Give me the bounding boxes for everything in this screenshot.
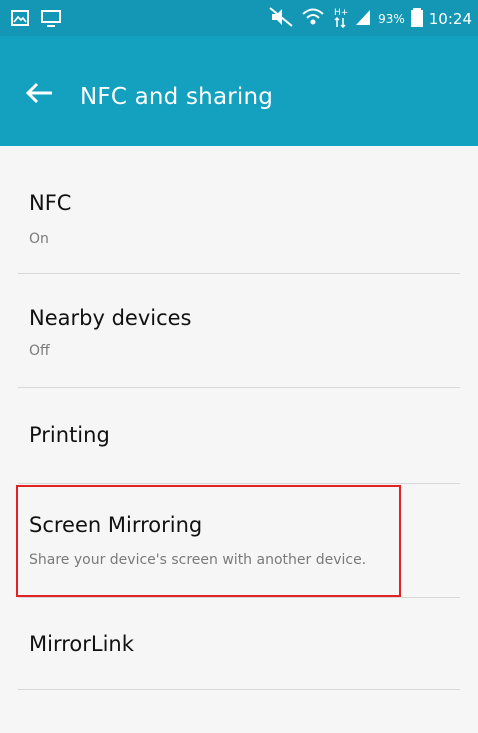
divider bbox=[18, 689, 460, 690]
list-item-nfc[interactable]: NFC On bbox=[0, 156, 478, 273]
status-bar: H+ 93% 10:24 bbox=[0, 0, 478, 36]
data-arrows-icon: H+ bbox=[332, 6, 348, 32]
list-item-subtitle: Off bbox=[29, 343, 50, 359]
list-item-mirrorlink[interactable]: MirrorLink bbox=[0, 598, 478, 689]
signal-icon bbox=[354, 7, 372, 31]
page-title: NFC and sharing bbox=[80, 84, 274, 110]
battery-percent: 93% bbox=[378, 12, 405, 26]
gallery-icon bbox=[10, 8, 30, 32]
list-item-title: Printing bbox=[29, 423, 110, 447]
mute-icon bbox=[268, 6, 294, 32]
list-item-title: MirrorLink bbox=[29, 632, 134, 656]
list-item-title: Nearby devices bbox=[29, 306, 192, 330]
app-bar: NFC and sharing bbox=[0, 36, 478, 146]
battery-icon bbox=[410, 6, 423, 32]
list-item-subtitle: Share your device's screen with another … bbox=[29, 552, 367, 568]
list-item-title: NFC bbox=[29, 191, 72, 215]
list-item-subtitle: On bbox=[29, 231, 49, 247]
list-item-screen-mirroring[interactable]: Screen Mirroring Share your device's scr… bbox=[0, 484, 478, 597]
back-button[interactable] bbox=[22, 78, 58, 108]
list-item-nearby-devices[interactable]: Nearby devices Off bbox=[0, 274, 478, 386]
list-item-printing[interactable]: Printing bbox=[0, 388, 478, 483]
cast-icon bbox=[40, 8, 62, 32]
back-arrow-icon bbox=[25, 82, 52, 104]
list-item-title: Screen Mirroring bbox=[29, 513, 203, 537]
clock: 10:24 bbox=[428, 10, 472, 28]
wifi-icon bbox=[300, 6, 326, 32]
svg-text:H+: H+ bbox=[334, 8, 348, 18]
